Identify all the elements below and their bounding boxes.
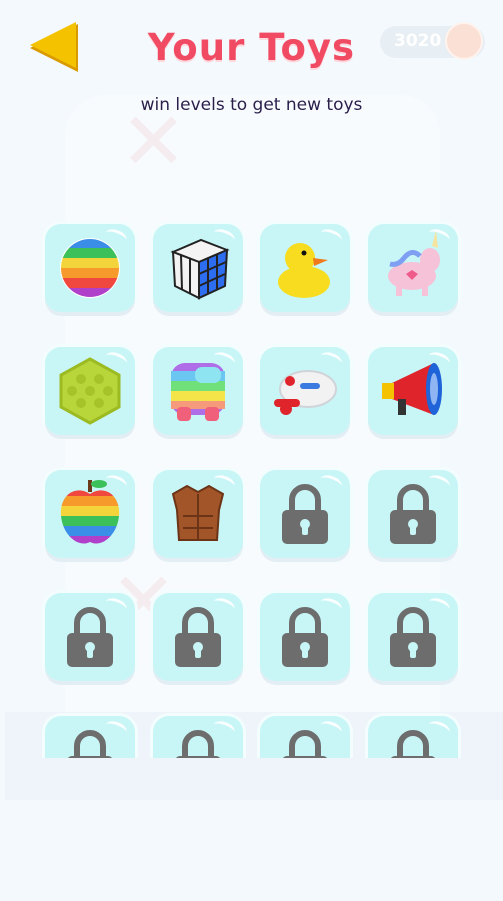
toy-slot-pink-unicorn[interactable]	[368, 224, 458, 312]
locked-toy-slot[interactable]	[368, 716, 458, 758]
locked-toy-slot[interactable]	[45, 716, 135, 758]
toy-slot-megaphone[interactable]	[368, 347, 458, 435]
top-bar: Your Toys win levels to get new toys 302…	[0, 0, 503, 120]
locked-toy-slot[interactable]	[368, 470, 458, 558]
toy-slot-rubber-duck[interactable]	[260, 224, 350, 312]
locked-toy-slot[interactable]	[45, 593, 135, 681]
locked-toy-slot[interactable]	[153, 716, 243, 758]
toy-slot-rainbow-apple-pop-it[interactable]	[45, 470, 135, 558]
coin-counter: 3020	[380, 22, 485, 60]
toy-slot-green-hexagon-pop-it[interactable]	[45, 347, 135, 435]
coin-amount: 3020	[394, 31, 442, 51]
page-subtitle: win levels to get new toys	[140, 95, 363, 115]
toy-slot-toy-airplane[interactable]	[260, 347, 350, 435]
coin-icon	[445, 22, 483, 60]
toy-slot-rubiks-cube[interactable]	[153, 224, 243, 312]
toy-grid	[0, 166, 503, 758]
locked-toy-slot[interactable]	[260, 470, 350, 558]
toy-slot-armor-vest[interactable]	[153, 470, 243, 558]
toy-slot-rainbow-pop-it-circle[interactable]	[45, 224, 135, 312]
locked-toy-slot[interactable]	[260, 593, 350, 681]
locked-toy-slot[interactable]	[368, 593, 458, 681]
locked-toy-slot[interactable]	[260, 716, 350, 758]
locked-toy-slot[interactable]	[153, 593, 243, 681]
toy-slot-rainbow-among-us-pop-it[interactable]	[153, 347, 243, 435]
